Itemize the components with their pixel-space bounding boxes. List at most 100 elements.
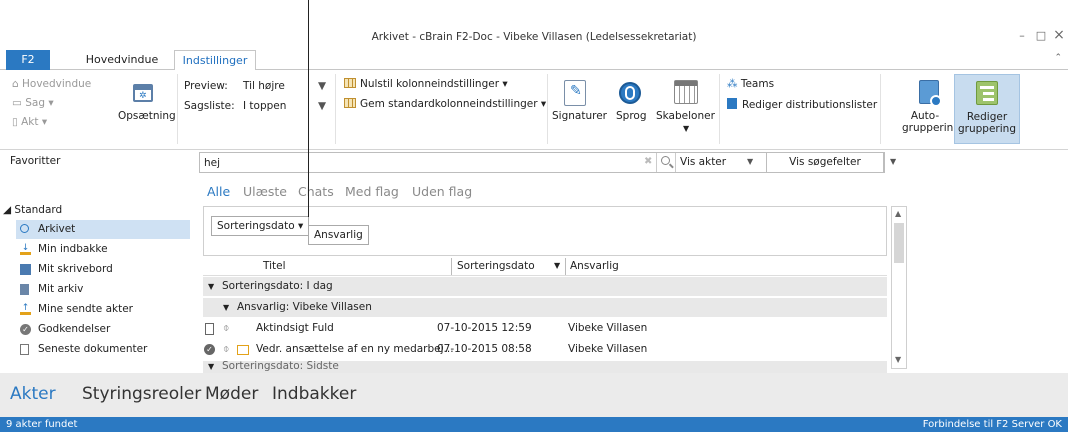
skabeloner-button[interactable]: Skabeloner <box>656 110 715 122</box>
nav-item-mine-sendte-akter[interactable]: ↑ Mine sendte akter <box>16 300 190 319</box>
status-connection: Forbindelse til F2 Server OK <box>922 419 1062 430</box>
sag-button[interactable]: ▭ Sag ▾ <box>12 97 54 109</box>
scroll-down-icon[interactable]: ▼ <box>895 355 901 364</box>
gem-kolonne-button[interactable]: Gem standardkolonneindstillinger ▾ <box>344 98 546 110</box>
akt-button[interactable]: ▯ Akt ▾ <box>12 116 47 128</box>
search-bar: hej ✖ Vis akter ▼ Vis søgefelter ▼ <box>199 152 896 173</box>
column-headers: Titel Sorteringsdato ▼ Ansvarlig <box>203 258 887 276</box>
vis-akter-dropdown-icon[interactable]: ▼ <box>747 157 753 166</box>
grouping-icon <box>976 81 998 105</box>
mode-akter[interactable]: Akter <box>10 384 56 404</box>
group-header-ansvarlig[interactable]: ▼ Ansvarlig: Vibeke Villasen <box>203 298 887 317</box>
home-icon: ⌂ <box>12 78 23 90</box>
app-window: Arkivet - cBrain F2-Doc - Vibeke Villase… <box>0 0 1068 432</box>
collapse-icon: ▼ <box>208 282 215 291</box>
filter-alle[interactable]: Alle <box>207 184 230 199</box>
vis-soegefelter-button[interactable]: Vis søgefelter <box>766 152 884 173</box>
hovedvindue-button[interactable]: ⌂ Hovedvindue <box>12 78 91 90</box>
approved-icon: ✓ <box>204 344 215 355</box>
signature-icon: ✎ <box>564 80 586 106</box>
status-bar: 9 akter fundet Forbindelse til F2 Server… <box>0 417 1068 432</box>
tab-indstillinger[interactable]: Indstillinger <box>174 50 256 71</box>
globe-icon <box>619 82 641 104</box>
grouping-area: Sorteringsdato ▾ Ansvarlig <box>203 206 887 256</box>
desk-icon <box>20 264 31 275</box>
minimize-button[interactable]: – <box>1013 29 1031 43</box>
sagsliste-dropdown-icon[interactable]: ▼ <box>318 100 326 112</box>
autogruppering-button[interactable]: Auto-gruppering <box>902 110 960 134</box>
maximize-button[interactable]: □ <box>1032 29 1050 43</box>
template-icon <box>674 80 698 104</box>
table-row[interactable]: ⌽ Aktindsigt Fuld 07-10-2015 12:59 Vibek… <box>203 319 887 338</box>
rediger-gruppering-button[interactable]: Rediger gruppering <box>954 74 1020 144</box>
inbox-icon: ↓ <box>20 243 31 255</box>
attachment-icon: ⌽ <box>223 322 230 334</box>
ribbon-tabs: F2 Hovedvindue Indstillinger ⌃ <box>0 50 1068 71</box>
ribbon-separator <box>719 74 720 144</box>
columns-icon <box>344 78 356 88</box>
nav-item-min-indbakke[interactable]: ↓ Min indbakke <box>16 240 190 259</box>
group-header-sorteringsdato-2[interactable]: ▼ Sorteringsdato: Sidste <box>203 361 887 373</box>
nav-item-seneste-dokumenter[interactable]: Seneste dokumenter <box>16 340 190 359</box>
nav-item-arkivet[interactable]: Arkivet <box>16 220 190 239</box>
filter-med-flag[interactable]: Med flag <box>345 184 399 199</box>
collapse-ribbon-icon[interactable]: ⌃ <box>1054 53 1062 63</box>
nulstil-kolonne-button[interactable]: Nulstil kolonneindstillinger ▾ <box>344 78 508 90</box>
filter-uden-flag[interactable]: Uden flag <box>412 184 472 199</box>
mode-indbakker[interactable]: Indbakker <box>272 384 356 404</box>
nav-item-godkendelser[interactable]: ✓ Godkendelser <box>16 320 190 339</box>
filter-ulaeste[interactable]: Ulæste <box>243 184 287 199</box>
preview-dropdown-icon[interactable]: ▼ <box>318 80 326 92</box>
sprog-button[interactable]: Sprog <box>616 110 647 122</box>
ribbon: ⌂ Hovedvindue ▭ Sag ▾ ▯ Akt ▾ ✲ Opsætnin… <box>0 70 1068 150</box>
scroll-thumb[interactable] <box>894 223 904 263</box>
autogruppering-icon <box>919 80 942 107</box>
scroll-up-icon[interactable]: ▲ <box>895 209 901 218</box>
filter-chats[interactable]: Chats <box>298 184 334 199</box>
nav-item-mit-skrivebord[interactable]: Mit skrivebord <box>16 260 190 279</box>
opsaetning-button[interactable]: Opsætning <box>118 110 176 122</box>
clear-search-icon[interactable]: ✖ <box>644 156 652 167</box>
nav-item-mit-arkiv[interactable]: Mit arkiv <box>16 280 190 299</box>
approval-icon: ✓ <box>20 324 31 335</box>
table-row[interactable]: ✓ ⌽ Vedr. ansættelse af en ny medarbej..… <box>203 340 887 359</box>
close-button[interactable]: × <box>1050 27 1068 43</box>
group-chip-ansvarlig[interactable]: Ansvarlig <box>308 225 369 245</box>
list-icon <box>727 98 737 109</box>
search-icon[interactable] <box>656 153 675 172</box>
standard-header[interactable]: ◢ Standard <box>3 204 62 216</box>
recent-docs-icon <box>20 344 29 355</box>
preview-value[interactable]: Til højre <box>243 80 285 92</box>
ribbon-separator <box>547 74 548 144</box>
mode-moeder[interactable]: Møder <box>205 384 258 404</box>
document-icon <box>205 323 214 335</box>
ribbon-separator <box>177 74 178 144</box>
skabeloner-dropdown-icon[interactable]: ▼ <box>683 124 689 133</box>
column-sorteringsdato[interactable]: Sorteringsdato <box>457 260 535 272</box>
tab-hovedvindue[interactable]: Hovedvindue <box>80 50 164 70</box>
column-divider <box>565 258 566 275</box>
archive-icon <box>20 284 29 295</box>
vertical-scrollbar[interactable]: ▲ ▼ <box>891 206 907 369</box>
document-icon: ▯ <box>12 116 22 128</box>
sort-descending-icon[interactable]: ▼ <box>554 261 560 270</box>
rediger-distributionslister-button[interactable]: Rediger distributionslister <box>727 98 877 111</box>
tab-f2[interactable]: F2 <box>6 50 50 70</box>
teams-icon: ⁂ <box>727 78 741 90</box>
ribbon-separator <box>335 74 336 144</box>
sent-icon: ↑ <box>20 303 31 315</box>
mode-styringsreoler[interactable]: Styringsreoler <box>82 384 201 404</box>
column-titel[interactable]: Titel <box>263 260 286 272</box>
teams-button[interactable]: ⁂ Teams <box>727 78 774 90</box>
search-options-dropdown-icon[interactable]: ▼ <box>890 157 896 166</box>
annotation-pointer-line <box>308 0 309 217</box>
column-divider <box>451 258 452 275</box>
group-header-sorteringsdato[interactable]: ▼ Sorteringsdato: I dag <box>203 277 887 296</box>
column-ansvarlig[interactable]: Ansvarlig <box>570 260 619 272</box>
group-chip-sorteringsdato[interactable]: Sorteringsdato ▾ <box>211 216 310 236</box>
navigation-pane: Favoritter ◢ Standard Arkivet ↓ Min indba… <box>0 150 196 373</box>
sagsliste-value[interactable]: I toppen <box>243 100 286 112</box>
favoritter-header[interactable]: Favoritter <box>10 155 60 167</box>
signaturer-button[interactable]: Signaturer <box>552 110 607 122</box>
search-input[interactable]: hej <box>204 157 644 169</box>
